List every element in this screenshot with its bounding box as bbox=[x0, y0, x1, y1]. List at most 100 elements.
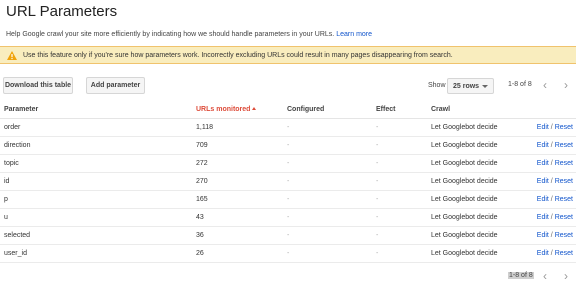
reset-link[interactable]: Reset bbox=[555, 178, 573, 185]
edit-link[interactable]: Edit bbox=[537, 142, 549, 149]
learn-more-link[interactable]: Learn more bbox=[336, 31, 372, 38]
cell-urls-monitored: 26 bbox=[196, 250, 204, 257]
cell-crawl: Let Googlebot decide bbox=[431, 142, 498, 149]
cell-crawl: Let Googlebot decide bbox=[431, 232, 498, 239]
header-urls-monitored-label: URLs monitored bbox=[196, 106, 251, 113]
header-crawl[interactable]: Crawl bbox=[431, 106, 450, 113]
header-urls-monitored[interactable]: URLs monitored bbox=[196, 106, 257, 113]
parameters-table: Parameter URLs monitored Configured Effe… bbox=[0, 100, 576, 263]
reset-link[interactable]: Reset bbox=[555, 124, 573, 131]
cell-urls-monitored: 1,118 bbox=[196, 124, 213, 131]
reset-link[interactable]: Reset bbox=[555, 160, 573, 167]
previous-page-button[interactable]: ‹ bbox=[538, 77, 552, 93]
cell-configured: - bbox=[287, 160, 290, 167]
table-row: user_id 26 - - Let Googlebot decide Edit / Re… bbox=[0, 245, 576, 263]
cell-crawl: Let Googlebot decide bbox=[431, 214, 498, 221]
cell-configured: - bbox=[287, 250, 290, 257]
cell-effect: - bbox=[376, 160, 379, 167]
cell-parameter: user_id bbox=[4, 250, 27, 257]
reset-link[interactable]: Reset bbox=[555, 196, 573, 203]
cell-effect: - bbox=[376, 196, 379, 203]
cell-urls-monitored: 272 bbox=[196, 160, 208, 167]
cell-parameter: topic bbox=[4, 160, 19, 167]
pagination-range-bottom: 1-8 of 8 bbox=[508, 272, 534, 279]
cell-actions: Edit / Reset bbox=[537, 124, 573, 131]
cell-actions: Edit / Reset bbox=[537, 160, 573, 167]
cell-crawl: Let Googlebot decide bbox=[431, 124, 498, 131]
rows-per-page-select[interactable]: 25 rows bbox=[447, 78, 494, 94]
table-row: direction 709 - - Let Googlebot decide Edit /… bbox=[0, 137, 576, 155]
warning-text: Use this feature only if you're sure how… bbox=[23, 51, 453, 59]
cell-crawl: Let Googlebot decide bbox=[431, 178, 498, 185]
reset-link[interactable]: Reset bbox=[555, 142, 573, 149]
cell-effect: - bbox=[376, 232, 379, 239]
edit-link[interactable]: Edit bbox=[537, 196, 549, 203]
cell-crawl: Let Googlebot decide bbox=[431, 196, 498, 203]
cell-effect: - bbox=[376, 250, 379, 257]
cell-effect: - bbox=[376, 124, 379, 131]
table-row: u 43 - - Let Googlebot decide Edit / Reset bbox=[0, 209, 576, 227]
chevron-down-icon bbox=[482, 85, 488, 88]
cell-effect: - bbox=[376, 142, 379, 149]
show-label: Show bbox=[428, 82, 446, 89]
intro-text: Help Google crawl your site more efficie… bbox=[6, 31, 372, 38]
reset-link[interactable]: Reset bbox=[555, 250, 573, 257]
cell-urls-monitored: 43 bbox=[196, 214, 204, 221]
cell-actions: Edit / Reset bbox=[537, 232, 573, 239]
cell-parameter: id bbox=[4, 178, 10, 185]
cell-urls-monitored: 165 bbox=[196, 196, 208, 203]
cell-configured: - bbox=[287, 196, 290, 203]
cell-parameter: direction bbox=[4, 142, 31, 149]
table-row: id 270 - - Let Googlebot decide Edit / Reset bbox=[0, 173, 576, 191]
cell-parameter: p bbox=[4, 196, 8, 203]
table-row: topic 272 - - Let Googlebot decide Edit / Res… bbox=[0, 155, 576, 173]
table-header: Parameter URLs monitored Configured Effe… bbox=[0, 100, 576, 119]
edit-link[interactable]: Edit bbox=[537, 250, 549, 257]
table-row: p 165 - - Let Googlebot decide Edit / Reset bbox=[0, 191, 576, 209]
previous-page-button-bottom[interactable]: ‹ bbox=[538, 268, 552, 284]
edit-link[interactable]: Edit bbox=[537, 232, 549, 239]
cell-effect: - bbox=[376, 178, 379, 185]
table-row: selected 36 - - Let Googlebot decide Edit / R… bbox=[0, 227, 576, 245]
cell-actions: Edit / Reset bbox=[537, 178, 573, 185]
cell-configured: - bbox=[287, 214, 290, 221]
warning-icon bbox=[7, 50, 17, 60]
cell-actions: Edit / Reset bbox=[537, 250, 573, 257]
sort-ascending-icon bbox=[252, 107, 257, 110]
cell-effect: - bbox=[376, 214, 379, 221]
warning-banner: Use this feature only if you're sure how… bbox=[0, 46, 576, 64]
rows-per-page-value: 25 rows bbox=[453, 82, 480, 90]
add-parameter-button[interactable]: Add parameter bbox=[86, 77, 145, 94]
header-parameter[interactable]: Parameter bbox=[4, 106, 38, 113]
cell-crawl: Let Googlebot decide bbox=[431, 250, 498, 257]
reset-link[interactable]: Reset bbox=[555, 232, 573, 239]
intro-description: Help Google crawl your site more efficie… bbox=[6, 31, 335, 38]
cell-configured: - bbox=[287, 232, 290, 239]
cell-parameter: order bbox=[4, 124, 21, 131]
cell-parameter: u bbox=[4, 214, 8, 221]
table-body: order 1,118 - - Let Googlebot decide Edit / R… bbox=[0, 119, 576, 263]
cell-urls-monitored: 270 bbox=[196, 178, 208, 185]
download-table-button[interactable]: Download this table bbox=[3, 77, 73, 94]
cell-urls-monitored: 709 bbox=[196, 142, 208, 149]
edit-link[interactable]: Edit bbox=[537, 124, 549, 131]
table-row: order 1,118 - - Let Googlebot decide Edit / R… bbox=[0, 119, 576, 137]
cell-parameter: selected bbox=[4, 232, 31, 239]
edit-link[interactable]: Edit bbox=[537, 214, 549, 221]
next-page-button[interactable]: › bbox=[559, 77, 573, 93]
cell-configured: - bbox=[287, 124, 290, 131]
header-configured[interactable]: Configured bbox=[287, 106, 324, 113]
pagination-range: 1-8 of 8 bbox=[508, 81, 532, 88]
header-effect[interactable]: Effect bbox=[376, 106, 395, 113]
edit-link[interactable]: Edit bbox=[537, 178, 549, 185]
cell-actions: Edit / Reset bbox=[537, 196, 573, 203]
page-title: URL Parameters bbox=[6, 3, 118, 20]
next-page-button-bottom[interactable]: › bbox=[559, 268, 573, 284]
cell-urls-monitored: 36 bbox=[196, 232, 204, 239]
edit-link[interactable]: Edit bbox=[537, 160, 549, 167]
reset-link[interactable]: Reset bbox=[555, 214, 573, 221]
cell-configured: - bbox=[287, 178, 290, 185]
cell-actions: Edit / Reset bbox=[537, 142, 573, 149]
cell-actions: Edit / Reset bbox=[537, 214, 573, 221]
cell-configured: - bbox=[287, 142, 290, 149]
